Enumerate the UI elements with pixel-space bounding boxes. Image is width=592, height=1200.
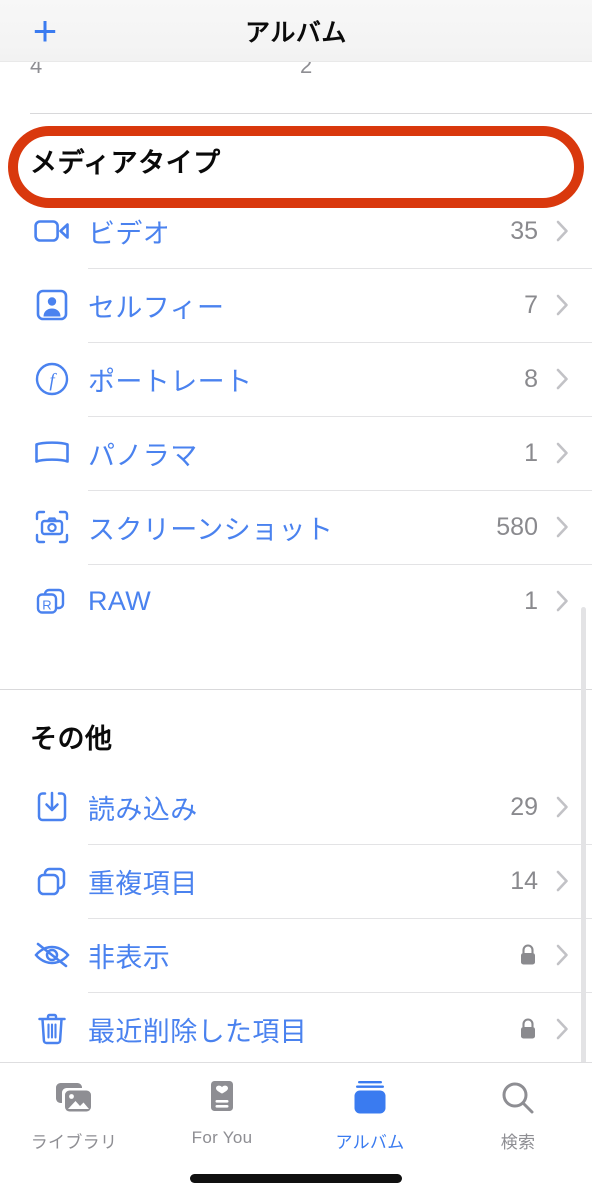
chevron-right-icon	[554, 291, 570, 319]
panorama-icon	[30, 431, 74, 475]
chevron-right-icon	[554, 365, 570, 393]
row-label: スクリーンショット	[88, 514, 334, 545]
row-raw[interactable]: R RAW 1	[0, 564, 592, 638]
chevron-right-icon	[554, 867, 570, 895]
screenshot-camera-icon	[30, 505, 74, 549]
row-label: ポートレート	[88, 366, 253, 397]
row-hidden[interactable]: 非表示	[0, 918, 592, 992]
row-imports[interactable]: 読み込み 29	[0, 770, 592, 844]
clipped-count-left: 4	[30, 62, 43, 78]
row-label: セルフィー	[88, 292, 225, 323]
page-title: アルバム	[245, 18, 347, 47]
section-media-type: メディアタイプ ビデオ 35 セルフィー 7 f ポートレート 8 パノラマ 1…	[0, 114, 592, 638]
chevron-right-icon	[554, 793, 570, 821]
row-count: 8	[524, 364, 538, 393]
row-label: RAW	[88, 585, 152, 616]
tab-library[interactable]: ライブラリ	[0, 1077, 148, 1153]
albums-icon	[349, 1077, 391, 1119]
video-camera-icon	[30, 209, 74, 253]
tab-label: アルバム	[335, 1133, 405, 1152]
section-separator	[0, 638, 592, 690]
section-other: その他 読み込み 29 重複項目 14 非表示 最近削除した項目	[0, 690, 592, 1066]
row-count: 14	[510, 866, 538, 895]
section-header-media-type: メディアタイプ	[30, 148, 221, 178]
clipped-count-right: 2	[300, 62, 313, 78]
chevron-right-icon	[554, 217, 570, 245]
row-count: 580	[496, 512, 538, 541]
row-label: 最近削除した項目	[88, 1016, 308, 1047]
chevron-right-icon	[554, 1015, 570, 1043]
search-magnifier-icon	[499, 1077, 537, 1119]
row-count: 29	[510, 792, 538, 821]
row-count: 35	[510, 216, 538, 245]
lock-icon	[518, 943, 538, 967]
for-you-card-icon	[204, 1077, 240, 1119]
row-panorama[interactable]: パノラマ 1	[0, 416, 592, 490]
row-videos[interactable]: ビデオ 35	[0, 194, 592, 268]
import-tray-icon	[30, 785, 74, 829]
chevron-right-icon	[554, 513, 570, 541]
row-label: 重複項目	[88, 868, 198, 899]
selfie-person-icon	[30, 283, 74, 327]
row-label: ビデオ	[88, 218, 171, 249]
clipped-grid-remnant: 4 2	[0, 62, 592, 114]
section-header-other: その他	[30, 724, 113, 754]
tab-for-you[interactable]: For You	[148, 1077, 296, 1148]
row-count: 1	[524, 586, 538, 615]
row-duplicates[interactable]: 重複項目 14	[0, 844, 592, 918]
vertical-scrollbar[interactable]	[581, 607, 586, 1117]
section-divider	[30, 113, 592, 114]
portrait-f-icon: f	[30, 357, 74, 401]
row-screenshots[interactable]: スクリーンショット 580	[0, 490, 592, 564]
lock-icon	[518, 1017, 538, 1041]
chevron-right-icon	[554, 941, 570, 969]
row-portrait[interactable]: f ポートレート 8	[0, 342, 592, 416]
albums-scroll-content[interactable]: 4 2 メディアタイプ ビデオ 35 セルフィー 7 f ポートレート 8 パノ…	[0, 62, 592, 1122]
add-album-button[interactable]: +	[24, 10, 66, 52]
photo-stack-icon	[53, 1077, 95, 1119]
row-selfies[interactable]: セルフィー 7	[0, 268, 592, 342]
navigation-bar: + アルバム	[0, 0, 592, 62]
tab-albums[interactable]: アルバム	[296, 1077, 444, 1153]
tab-label: For You	[191, 1128, 253, 1147]
duplicate-squares-icon	[30, 859, 74, 903]
home-indicator	[190, 1174, 402, 1183]
row-count: 1	[524, 438, 538, 467]
raw-stack-icon: R	[30, 579, 74, 623]
tab-label: 検索	[500, 1133, 536, 1152]
trash-icon	[30, 1007, 74, 1051]
eye-slash-icon	[30, 933, 74, 977]
tab-bar: ライブラリ For You アルバム 検索	[0, 1062, 592, 1200]
chevron-right-icon	[554, 439, 570, 467]
row-recently-deleted[interactable]: 最近削除した項目	[0, 992, 592, 1066]
row-label: パノラマ	[88, 440, 198, 471]
chevron-right-icon	[554, 587, 570, 615]
svg-text:f: f	[49, 371, 57, 392]
row-label: 読み込み	[88, 794, 198, 825]
row-count: 7	[524, 290, 538, 319]
tab-search[interactable]: 検索	[444, 1077, 592, 1153]
row-label: 非表示	[88, 942, 171, 973]
tab-label: ライブラリ	[30, 1133, 118, 1152]
svg-text:R: R	[42, 598, 51, 613]
